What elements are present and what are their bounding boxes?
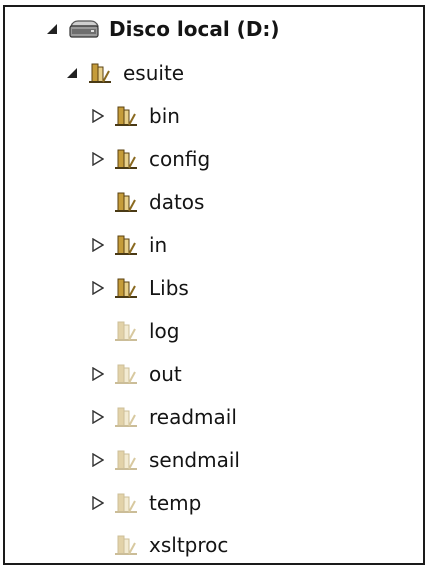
- tree-item-label: out: [149, 362, 182, 386]
- tree-item-xsltproc[interactable]: xsltproc: [5, 525, 423, 565]
- folder-icon: [113, 448, 139, 472]
- collapsed-triangle-icon[interactable]: [91, 238, 105, 252]
- folder-icon: [113, 533, 139, 557]
- folder-icon: [113, 405, 139, 429]
- folder-icon: [113, 319, 139, 343]
- tree-item-libs[interactable]: Libs: [5, 268, 423, 308]
- drive-icon: [67, 17, 101, 41]
- folder-icon: [113, 147, 139, 171]
- tree-item-label: Libs: [149, 276, 189, 300]
- tree-item-label: in: [149, 233, 168, 257]
- tree-item-datos[interactable]: datos: [5, 182, 423, 222]
- tree-item-label: readmail: [149, 405, 237, 429]
- collapsed-triangle-icon[interactable]: [91, 281, 105, 295]
- collapsed-triangle-icon[interactable]: [91, 496, 105, 510]
- folder-tree: Disco local (D:) esuite bin config datos…: [3, 5, 425, 565]
- tree-item-label: config: [149, 147, 211, 171]
- tree-item-label: xsltproc: [149, 533, 229, 557]
- tree-item-out[interactable]: out: [5, 354, 423, 394]
- expanded-triangle-icon[interactable]: [45, 22, 59, 36]
- folder-icon: [113, 276, 139, 300]
- folder-icon: [113, 190, 139, 214]
- tree-item-in[interactable]: in: [5, 225, 423, 265]
- tree-item-bin[interactable]: bin: [5, 96, 423, 136]
- tree-item-label: bin: [149, 104, 180, 128]
- tree-item-label: sendmail: [149, 448, 240, 472]
- tree-item-esuite[interactable]: esuite: [5, 53, 423, 93]
- folder-icon: [113, 104, 139, 128]
- tree-item-label: datos: [149, 190, 205, 214]
- tree-item-log[interactable]: log: [5, 311, 423, 351]
- collapsed-triangle-icon[interactable]: [91, 410, 105, 424]
- folder-icon: [113, 491, 139, 515]
- folder-icon: [113, 362, 139, 386]
- tree-item-config[interactable]: config: [5, 139, 423, 179]
- tree-item-label: Disco local (D:): [109, 17, 280, 41]
- collapsed-triangle-icon[interactable]: [91, 453, 105, 467]
- folder-icon: [87, 61, 113, 85]
- tree-item-drive-d[interactable]: Disco local (D:): [5, 9, 423, 49]
- collapsed-triangle-icon[interactable]: [91, 109, 105, 123]
- tree-item-label: log: [149, 319, 180, 343]
- tree-item-sendmail[interactable]: sendmail: [5, 440, 423, 480]
- tree-item-readmail[interactable]: readmail: [5, 397, 423, 437]
- collapsed-triangle-icon[interactable]: [91, 152, 105, 166]
- expanded-triangle-icon[interactable]: [65, 66, 79, 80]
- tree-item-label: temp: [149, 491, 202, 515]
- tree-item-temp[interactable]: temp: [5, 483, 423, 523]
- tree-item-label: esuite: [123, 61, 185, 85]
- folder-icon: [113, 233, 139, 257]
- collapsed-triangle-icon[interactable]: [91, 367, 105, 381]
